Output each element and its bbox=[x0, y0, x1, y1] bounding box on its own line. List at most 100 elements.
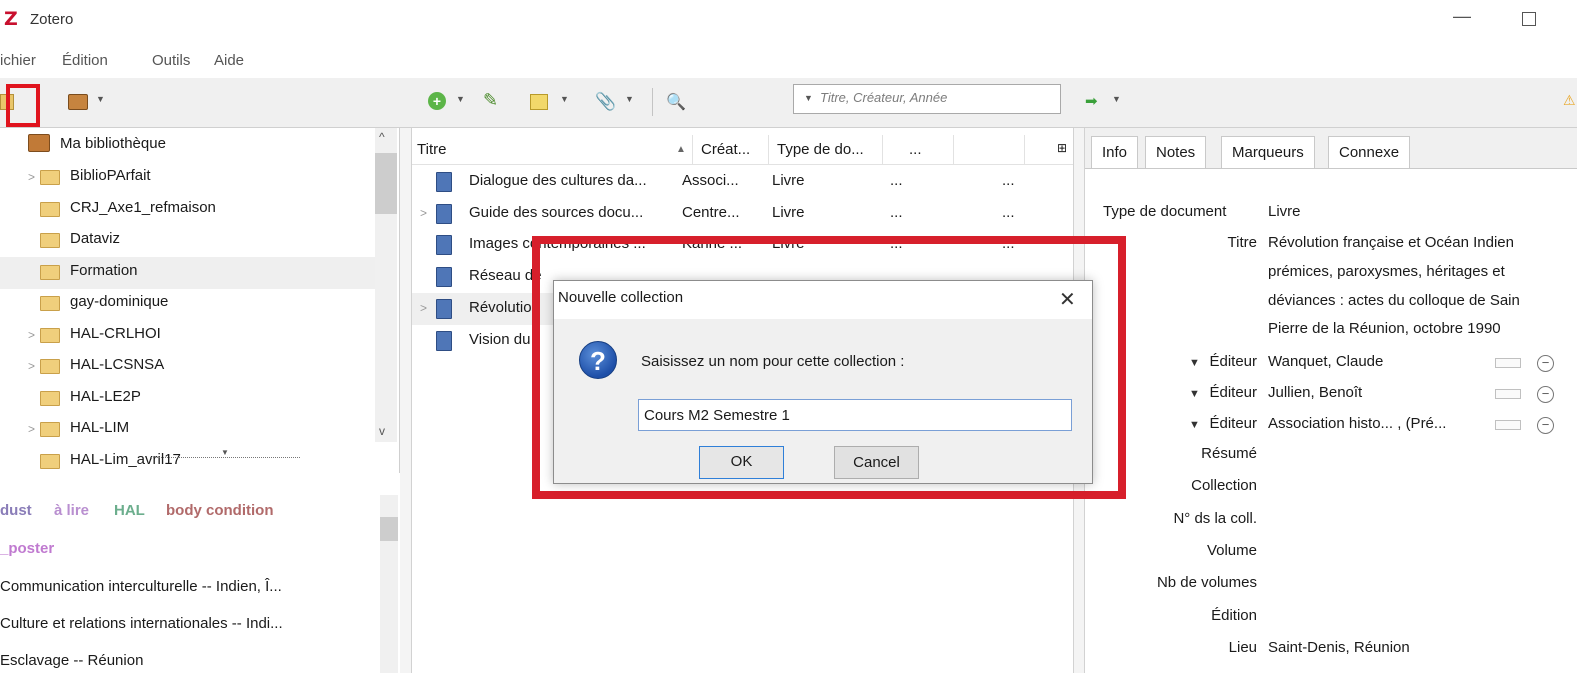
collection-item[interactable]: > HAL-LIM bbox=[0, 414, 375, 446]
maximize-icon[interactable] bbox=[1522, 12, 1536, 26]
menu-edition[interactable]: Édition bbox=[62, 52, 108, 69]
collection-item[interactable]: > HAL-LCSNSA bbox=[0, 351, 375, 383]
creator-name[interactable]: Jullien, Benoît bbox=[1268, 384, 1362, 401]
creator-name[interactable]: Association histo... , (Pré... bbox=[1268, 415, 1446, 432]
collection-root-library[interactable]: Ma bibliothèque bbox=[0, 130, 375, 162]
tab-notes[interactable]: Notes bbox=[1145, 136, 1207, 169]
expand-twisty-icon[interactable]: > bbox=[28, 359, 35, 373]
new-item-icon[interactable]: + bbox=[428, 92, 446, 110]
dialog-prompt: Saisissez un nom pour cette collection : bbox=[641, 353, 905, 370]
new-item-dropdown-icon[interactable]: ▼ bbox=[456, 94, 465, 104]
left-splitter[interactable] bbox=[400, 128, 412, 673]
item-cell-creator: Centre... bbox=[682, 203, 740, 221]
creator-name[interactable]: Wanquet, Claude bbox=[1268, 353, 1383, 370]
tag-hal[interactable]: HAL bbox=[114, 502, 145, 519]
minimize-icon[interactable]: — bbox=[1453, 6, 1475, 32]
field-value-title-line[interactable]: déviances : actes du colloque de Sain bbox=[1268, 292, 1520, 309]
collection-item[interactable]: > BiblioPArfait bbox=[0, 162, 375, 194]
creator-type-dropdown-icon[interactable]: ▼ bbox=[1189, 419, 1200, 431]
search-input[interactable]: ▼ Titre, Créateur, Année bbox=[793, 84, 1061, 114]
column-item-type[interactable]: Type de do... bbox=[777, 141, 864, 158]
expand-twisty-icon[interactable]: > bbox=[420, 206, 427, 220]
remove-creator-icon[interactable]: − bbox=[1537, 417, 1554, 434]
locate-arrow-icon[interactable]: ➡ bbox=[1085, 92, 1105, 112]
menu-aide[interactable]: Aide bbox=[214, 52, 244, 69]
tag-item[interactable]: Communication interculturelle -- Indien,… bbox=[0, 578, 282, 595]
attachment-icon[interactable]: 📎 bbox=[595, 92, 616, 112]
scroll-thumb[interactable] bbox=[375, 153, 397, 214]
tag-body-condition[interactable]: body condition bbox=[166, 502, 273, 519]
add-by-identifier-icon[interactable]: ✎ bbox=[483, 90, 505, 112]
item-row[interactable]: > Guide des sources docu... Centre... Livre… bbox=[412, 198, 1073, 230]
tags-scrollbar[interactable] bbox=[380, 495, 398, 673]
cancel-button[interactable]: Cancel bbox=[834, 446, 919, 479]
attachment-dropdown-icon[interactable]: ▼ bbox=[625, 94, 634, 104]
menu-outils[interactable]: Outils bbox=[152, 52, 190, 69]
field-label-item-type: Type de document bbox=[1103, 203, 1227, 220]
collection-label: CRJ_Axe1_refmaison bbox=[70, 198, 216, 216]
column-creator[interactable]: Créat... bbox=[701, 141, 750, 158]
collection-item[interactable]: Dataviz bbox=[0, 225, 375, 257]
new-note-dropdown-icon[interactable]: ▼ bbox=[560, 94, 569, 104]
tab-tags[interactable]: Marqueurs bbox=[1221, 136, 1315, 169]
column-extra[interactable]: ... bbox=[909, 141, 922, 158]
creator-role-label[interactable]: Éditeur bbox=[1209, 415, 1257, 432]
creator-type-dropdown-icon[interactable]: ▼ bbox=[1189, 357, 1200, 369]
field-value-title-line[interactable]: Pierre de la Réunion, octobre 1990 bbox=[1268, 320, 1501, 337]
item-row[interactable]: Dialogue des cultures da... Associ... Livr… bbox=[412, 166, 1073, 198]
collection-name-input[interactable] bbox=[638, 399, 1072, 431]
collection-item[interactable]: CRJ_Axe1_refmaison bbox=[0, 194, 375, 226]
tag-poster[interactable]: _poster bbox=[0, 540, 54, 557]
creator-field-switch[interactable] bbox=[1495, 389, 1521, 399]
menu-fichier[interactable]: ichier bbox=[0, 52, 36, 69]
remove-creator-icon[interactable]: − bbox=[1537, 386, 1554, 403]
scroll-thumb[interactable] bbox=[380, 517, 398, 541]
item-cell-type: Livre bbox=[772, 203, 805, 221]
expand-twisty-icon[interactable]: > bbox=[28, 328, 35, 342]
remove-creator-icon[interactable]: − bbox=[1537, 355, 1554, 372]
dialog-titlebar: Nouvelle collection ✕ bbox=[554, 281, 1092, 319]
new-collection-dialog: Nouvelle collection ✕ ? Saisissez un nom… bbox=[553, 280, 1093, 484]
column-title[interactable]: Titre bbox=[417, 141, 446, 158]
tag-a-lire[interactable]: à lire bbox=[54, 502, 89, 519]
pane-splitter-grip[interactable]: ▼ bbox=[150, 448, 300, 458]
new-note-icon[interactable] bbox=[530, 94, 548, 110]
collection-item[interactable]: Formation bbox=[0, 256, 375, 289]
scroll-down-icon[interactable]: v bbox=[379, 424, 385, 438]
locate-dropdown-icon[interactable]: ▼ bbox=[1112, 94, 1121, 104]
field-label: Édition bbox=[1211, 606, 1257, 624]
tag-dust[interactable]: dust bbox=[0, 502, 32, 519]
field-value[interactable]: Saint-Denis, Réunion bbox=[1268, 639, 1410, 656]
ok-button[interactable]: OK bbox=[699, 446, 784, 479]
collection-label: HAL-LIM bbox=[70, 419, 130, 436]
warning-icon[interactable]: ⚠ bbox=[1563, 92, 1577, 106]
scroll-up-icon[interactable]: ^ bbox=[379, 130, 385, 144]
field-value-title-line[interactable]: Révolution française et Océan Indien bbox=[1268, 234, 1514, 251]
creator-role-label[interactable]: Éditeur bbox=[1209, 353, 1257, 370]
collection-item[interactable]: HAL-LE2P bbox=[0, 383, 375, 415]
creator-role-label[interactable]: Éditeur bbox=[1209, 384, 1257, 401]
creator-field-switch[interactable] bbox=[1495, 358, 1521, 368]
field-value-item-type[interactable]: Livre bbox=[1268, 203, 1301, 220]
item-cell-creator: Associ... bbox=[682, 172, 739, 189]
search-mode-dropdown-icon[interactable]: ▼ bbox=[804, 93, 813, 103]
expand-twisty-icon[interactable]: > bbox=[420, 301, 427, 315]
advanced-search-icon[interactable]: 🔍 bbox=[666, 92, 686, 111]
collections-scrollbar[interactable]: ^ v bbox=[375, 128, 397, 442]
expand-twisty-icon[interactable]: > bbox=[28, 170, 35, 184]
new-library-dropdown-icon[interactable]: ▼ bbox=[96, 94, 105, 104]
collection-item[interactable]: gay-dominique bbox=[0, 288, 375, 320]
collections-pane: Ma bibliothèque > BiblioPArfait CRJ_Axe1_r… bbox=[0, 128, 400, 473]
tag-item[interactable]: Culture et relations internationales -- … bbox=[0, 615, 283, 632]
tag-item[interactable]: Esclavage -- Réunion bbox=[0, 652, 143, 669]
close-icon[interactable]: ✕ bbox=[1059, 287, 1076, 312]
column-picker-icon[interactable]: ⊞ bbox=[1057, 141, 1067, 155]
creator-type-dropdown-icon[interactable]: ▼ bbox=[1189, 388, 1200, 400]
tab-info[interactable]: Info bbox=[1091, 136, 1139, 169]
new-library-icon[interactable] bbox=[68, 94, 88, 110]
creator-field-switch[interactable] bbox=[1495, 420, 1521, 430]
field-value-title-line[interactable]: prémices, paroxysmes, héritages et bbox=[1268, 263, 1505, 280]
expand-twisty-icon[interactable]: > bbox=[28, 422, 35, 436]
collection-item[interactable]: > HAL-CRLHOI bbox=[0, 320, 375, 352]
tab-related[interactable]: Connexe bbox=[1328, 136, 1411, 169]
